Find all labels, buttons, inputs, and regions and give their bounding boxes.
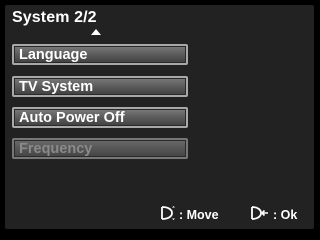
menu-item-label: Frequency	[19, 141, 93, 157]
menu-item-frequency: Frequency	[12, 138, 188, 159]
menu-item-label: Auto Power Off	[19, 110, 125, 126]
menu-item-tv-system[interactable]: TV System	[12, 76, 188, 97]
camera-menu-screen: System 2/2 Language TV System Auto Power…	[0, 0, 320, 234]
dpad-ok-icon	[250, 206, 270, 224]
menu-item-label: Language	[19, 47, 88, 63]
move-hint-label: : Move	[179, 208, 219, 222]
menu-item-label: TV System	[19, 79, 94, 95]
move-hint: : Move	[160, 206, 219, 224]
page-title: System 2/2	[12, 9, 97, 26]
scroll-up-arrow-icon[interactable]	[91, 29, 101, 35]
menu-item-language[interactable]: Language	[12, 44, 188, 65]
ok-hint-label: : Ok	[273, 208, 298, 222]
ok-hint: : Ok	[250, 206, 297, 224]
menu-item-auto-power-off[interactable]: Auto Power Off	[12, 107, 188, 128]
dpad-up-down-icon	[160, 206, 176, 224]
